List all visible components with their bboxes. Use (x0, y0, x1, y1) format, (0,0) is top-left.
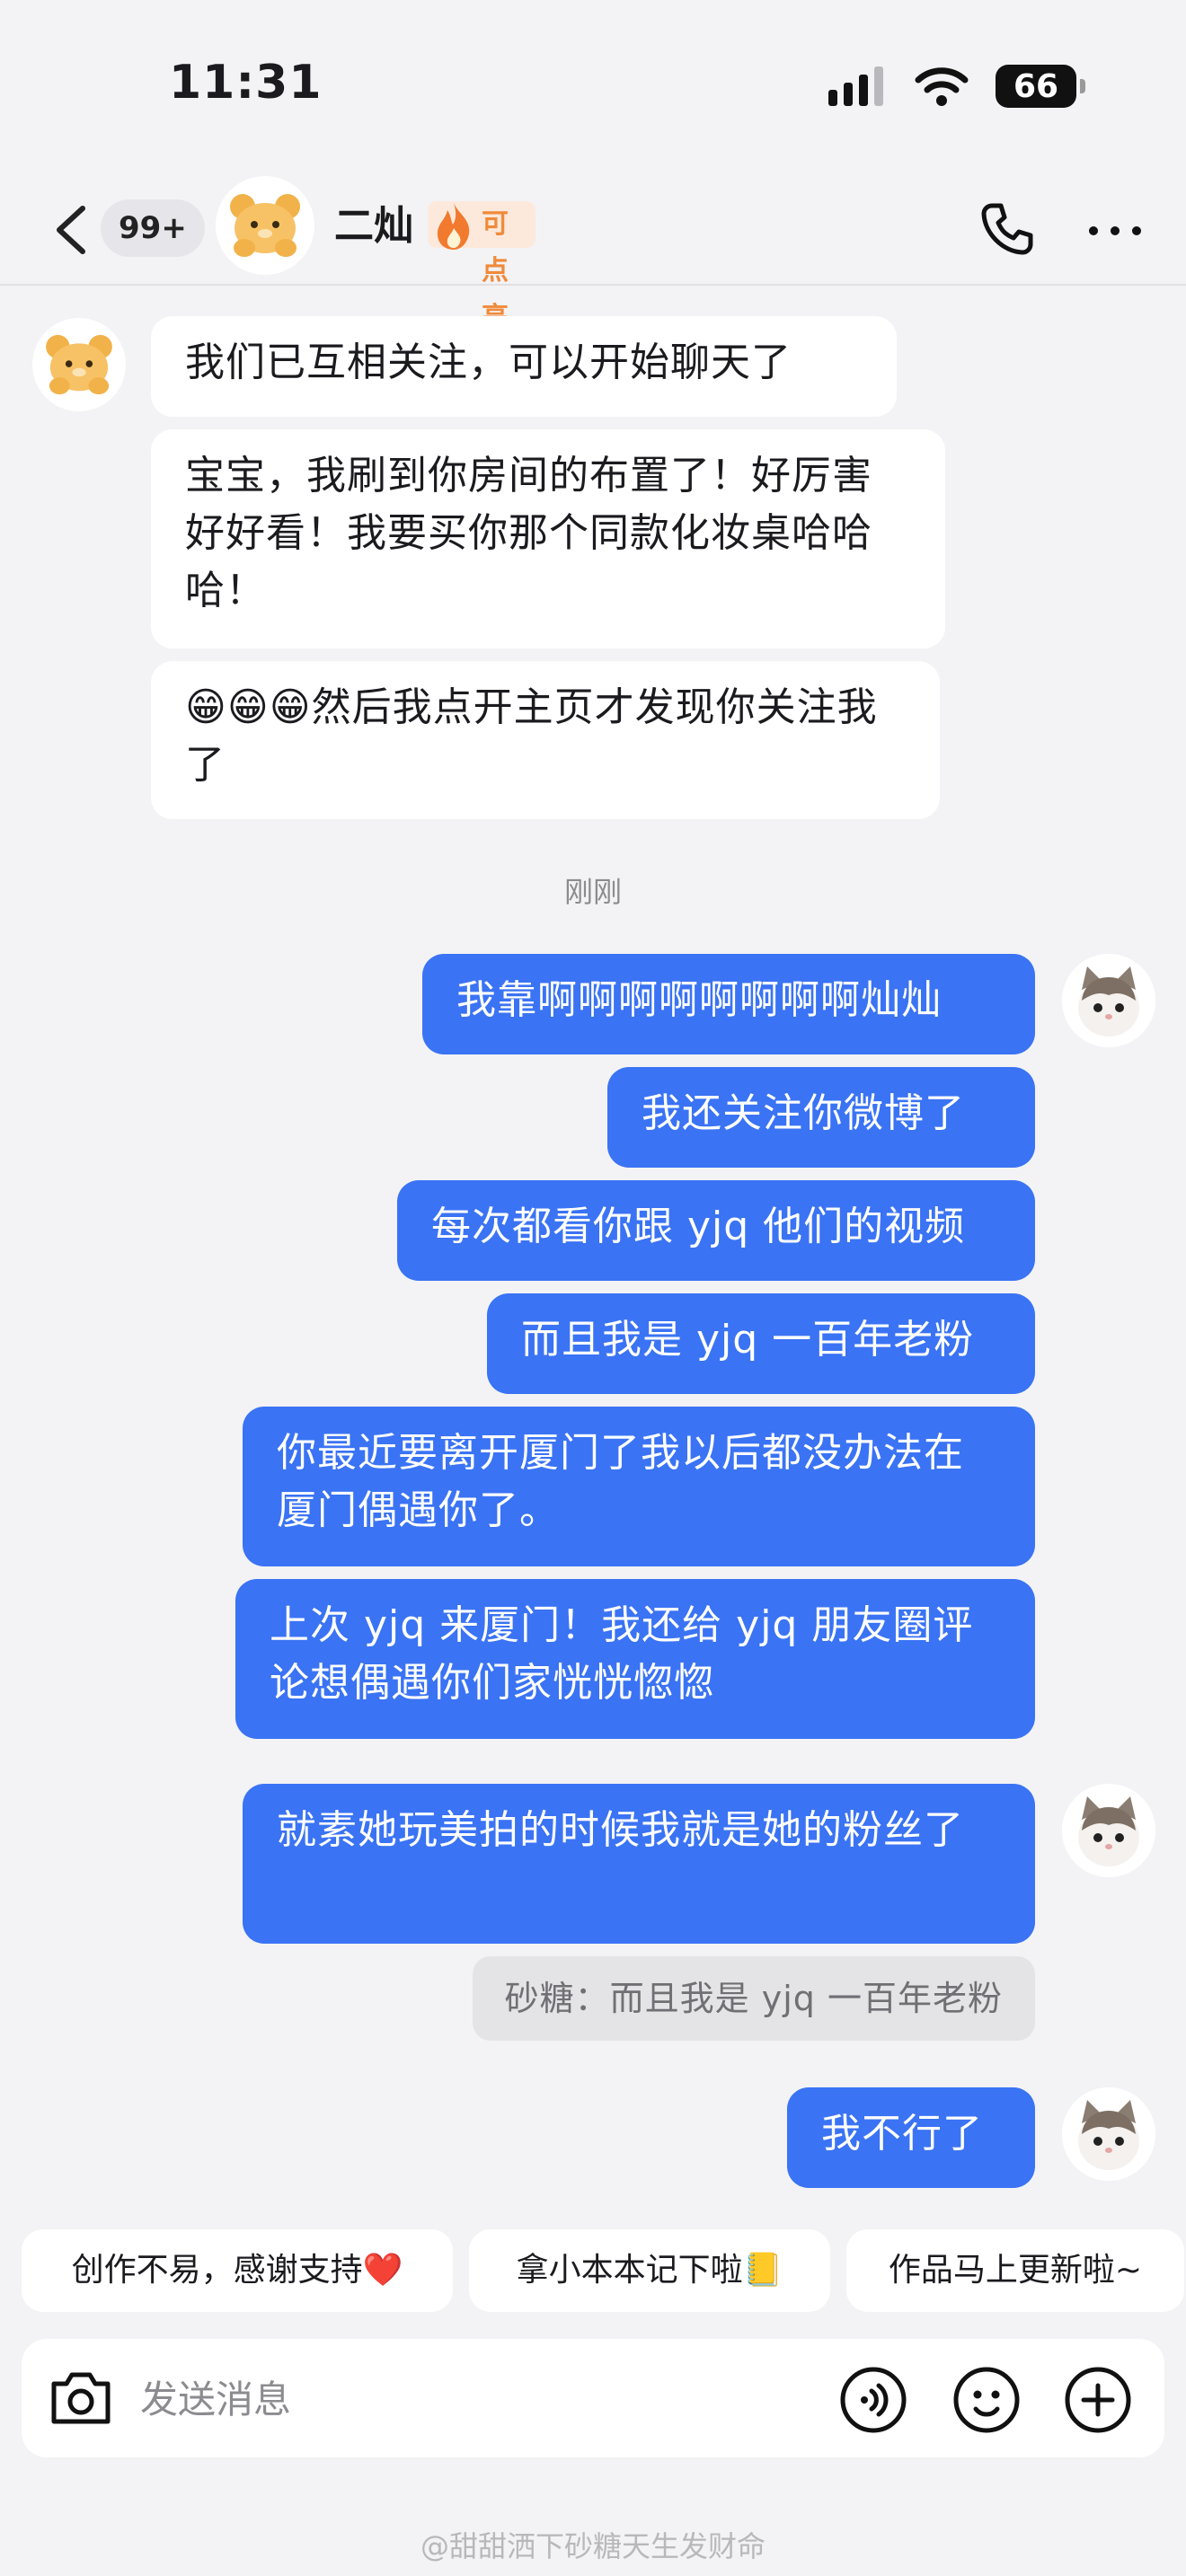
outgoing-message[interactable]: 每次都看你跟 yjq 他们的视频 (397, 1180, 1035, 1281)
quick-reply-chip[interactable]: 创作不易，感谢支持❤️ (22, 2229, 453, 2312)
emoji-icon[interactable] (952, 2366, 1021, 2434)
phone-icon[interactable] (979, 201, 1035, 257)
outgoing-message[interactable]: 我还关注你微博了 (607, 1067, 1035, 1168)
cellular-signal-icon (828, 66, 883, 106)
message-input[interactable] (138, 2366, 681, 2432)
message-timestamp: 刚刚 (563, 875, 622, 909)
cat-avatar-image (1062, 2087, 1155, 2181)
outgoing-message[interactable]: 就素她玩美拍的时候我就是她的粉丝了 (243, 1784, 1035, 1944)
incoming-message[interactable]: 😁😁😁然后我点开主页才发现你关注我了 (151, 661, 940, 819)
cat-avatar-image (1062, 1784, 1155, 1877)
quoted-reply[interactable]: 砂糖：而且我是 yjq 一百年老粉 (472, 1956, 1035, 2041)
contact-avatar[interactable] (216, 176, 314, 275)
status-icons: 66 (828, 61, 1085, 111)
more-dots-icon[interactable] (1089, 226, 1141, 235)
unread-count-badge[interactable]: 99+ (101, 199, 205, 257)
cat-avatar-image (1062, 954, 1155, 1047)
bear-avatar-image (230, 194, 300, 257)
plus-circle-icon[interactable] (1064, 2366, 1132, 2434)
status-time: 11:31 (169, 56, 323, 110)
my-message-avatar[interactable] (1062, 2087, 1155, 2181)
quick-reply-chip[interactable]: 拿小本本记下啦📒 (469, 2229, 830, 2312)
outgoing-message[interactable]: 我靠啊啊啊啊啊啊啊啊灿灿 (422, 954, 1035, 1054)
chevron-left-icon[interactable] (47, 203, 97, 257)
outgoing-message[interactable]: 我不行了 (787, 2087, 1035, 2188)
wifi-icon (915, 67, 969, 106)
outgoing-message[interactable]: 而且我是 yjq 一百年老粉 (487, 1293, 1035, 1394)
message-input-bar (22, 2339, 1164, 2457)
contact-name[interactable]: 二灿 (334, 198, 413, 255)
bear-avatar-image (46, 334, 112, 395)
outgoing-message[interactable]: 上次 yjq 来厦门！我还给 yjq 朋友圈评论想偶遇你们家恍恍惚惚 (235, 1579, 1035, 1739)
voice-icon[interactable] (839, 2366, 907, 2434)
chat-header: 99+ 二灿 可点亮 (0, 171, 1186, 333)
watermark: @甜甜洒下砂糖天生发财命 (420, 2529, 766, 2563)
incoming-message[interactable]: 我们已互相关注，可以开始聊天了 (151, 316, 897, 417)
my-message-avatar[interactable] (1062, 954, 1155, 1047)
outgoing-message[interactable]: 你最近要离开厦门了我以后都没办法在厦门偶遇你了。 (243, 1407, 1035, 1566)
quick-reply-chip[interactable]: 作品马上更新啦~ (846, 2229, 1184, 2312)
my-message-avatar[interactable] (1062, 1784, 1155, 1877)
flame-icon (437, 203, 470, 250)
incoming-message[interactable]: 宝宝，我刷到你房间的布置了！好厉害好好看！我要买你那个同款化妆桌哈哈哈！ (151, 429, 945, 648)
camera-icon[interactable] (47, 2364, 115, 2432)
battery-indicator: 66 (996, 65, 1085, 108)
contact-message-avatar[interactable] (32, 318, 126, 411)
header-divider (0, 284, 1186, 286)
